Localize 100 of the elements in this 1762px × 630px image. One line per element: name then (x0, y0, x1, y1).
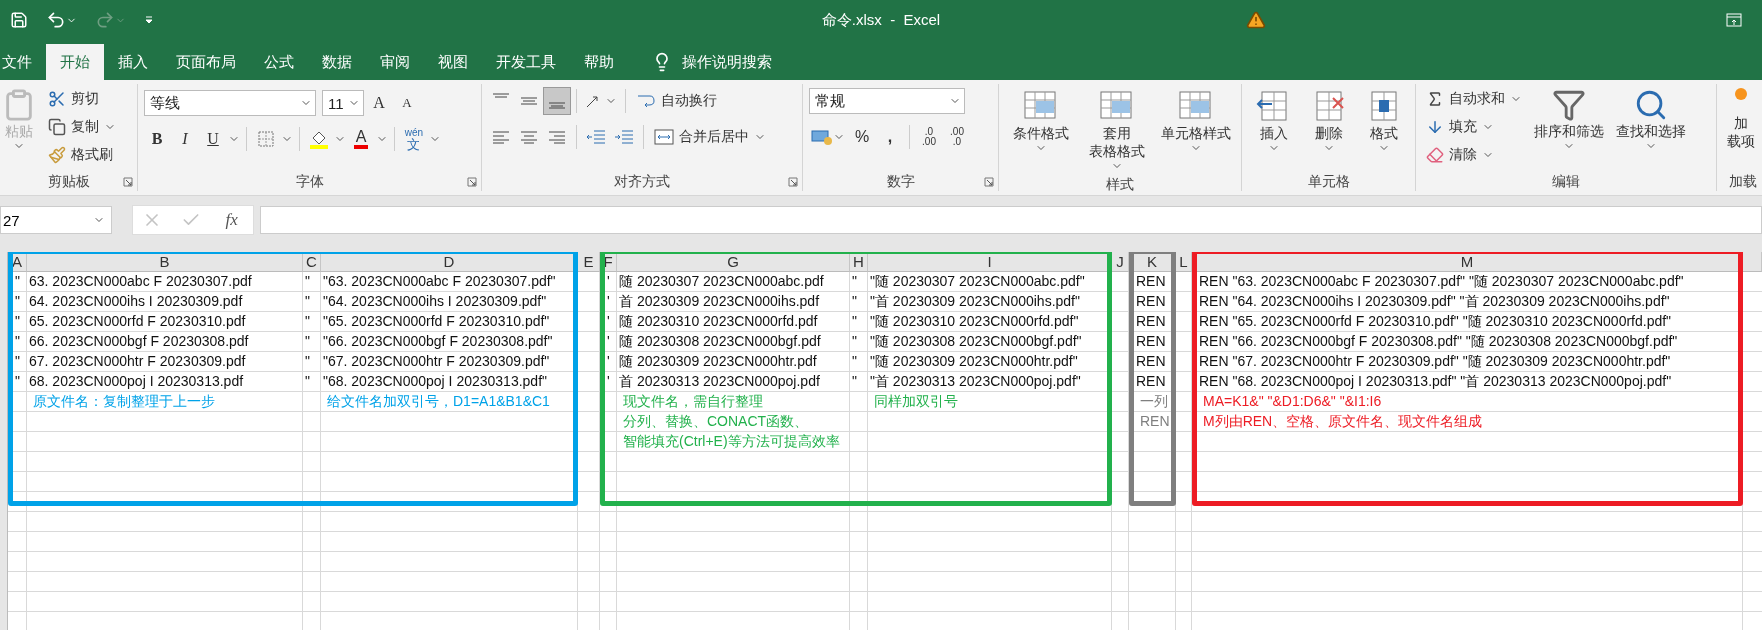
column-header[interactable]: B (27, 252, 303, 272)
find-select-button[interactable]: 查找和选择 (1612, 86, 1690, 154)
table-cell-text: 随 20230309 2023CN000htr.pdf (618, 352, 818, 371)
table-cell-text: "随 20230310 2023CN000rfd.pdf" (869, 312, 1080, 331)
menu-tab[interactable]: 视图 (424, 44, 482, 80)
font-name-field[interactable]: 等线 (144, 90, 316, 116)
group-label: 对齐方式 (613, 172, 671, 191)
increase-font-button[interactable]: A (366, 90, 392, 116)
table-format-button[interactable]: 套用 表格格式 (1081, 86, 1153, 174)
table-cell-text: 随 20230308 2023CN000bgf.pdf (618, 332, 822, 351)
menu-tab[interactable]: 文件 (0, 44, 46, 80)
table-cell-text: " (304, 332, 311, 351)
table-cell-text: " (304, 272, 311, 291)
table-cell-text: REN "68. 2023CN000poj I 20230313.pdf" "首 20230313 2023CN000poj.pdf" (1198, 372, 1673, 391)
align-center-icon (521, 130, 537, 144)
table-cell-text: 首 20230313 2023CN000poj.pdf (618, 372, 821, 391)
comma-button[interactable]: , (877, 124, 903, 150)
decrease-decimal-button[interactable]: .00 .0 (944, 124, 970, 150)
search-icon (1634, 88, 1668, 122)
fill-button[interactable]: 填充 (1422, 114, 1526, 140)
font-color-button[interactable]: A (348, 126, 374, 152)
insert-function-button[interactable]: fx (219, 209, 244, 231)
column-header[interactable]: J (1112, 252, 1129, 272)
table-cell-text: REN (1135, 332, 1167, 351)
table-cell-text: ' (606, 292, 611, 311)
column-header[interactable]: L (1176, 252, 1192, 272)
autosum-button[interactable]: 自动求和 (1422, 86, 1526, 112)
table-cell-text: 随 20230307 2023CN000abc.pdf (618, 272, 825, 291)
dot-icon (1735, 88, 1747, 100)
menu-tab[interactable]: 开始 (46, 44, 104, 80)
group-label: 编辑 (1551, 172, 1581, 191)
merge-center-button[interactable]: 合并后居中 (650, 124, 770, 150)
underline-button[interactable]: U (200, 126, 226, 152)
table-cell-text: " (304, 372, 311, 391)
cut-button[interactable]: 剪切 (44, 86, 120, 112)
menu-tab[interactable]: 插入 (104, 44, 162, 80)
menu-tab[interactable]: 页面布局 (162, 44, 250, 80)
insert-button[interactable]: 插入 (1248, 86, 1299, 156)
wrap-text-button[interactable]: 自动换行 (632, 88, 721, 114)
menu-tab[interactable]: 公式 (250, 44, 308, 80)
group-label: 单元格 (1306, 172, 1351, 191)
menu-tab[interactable]: 数据 (308, 44, 366, 80)
menu-tab[interactable]: 开发工具 (482, 44, 570, 80)
customize-icon (144, 15, 154, 25)
dialog-launcher-icon[interactable] (467, 177, 477, 187)
column-header[interactable]: G (617, 252, 850, 272)
font-size-field[interactable]: 11 (322, 90, 364, 116)
table-cell-text: 65. 2023CN000rfd F 20230310.pdf (28, 312, 247, 331)
bold-button[interactable]: B (144, 126, 170, 152)
column-header[interactable] (1743, 252, 1762, 272)
table-cell-text: " (14, 292, 21, 311)
group-label: 样式 (1105, 175, 1135, 194)
phonetic-button[interactable]: wén 文 (401, 126, 427, 152)
ribbon-display-icon[interactable] (1726, 13, 1742, 27)
align-bottom-button[interactable] (544, 88, 570, 114)
down-arrow-icon (1426, 118, 1444, 136)
table-cell-text: "64. 2023CN000ihs I 20230309.pdf" (322, 292, 548, 311)
align-middle-icon (521, 97, 537, 105)
format-button[interactable]: 格式 (1358, 86, 1409, 156)
table-cell-text: "首 20230313 2023CN000poj.pdf" (869, 372, 1082, 391)
table-cell-text: ' (606, 352, 611, 371)
table-cell-text: REN "67. 2023CN000htr F 20230309.pdf" "随 20230309 2023CN000htr.pdf" (1198, 352, 1672, 371)
clear-button[interactable]: 清除 (1422, 142, 1526, 168)
dialog-launcher-icon[interactable] (123, 177, 133, 187)
table-cell-text: ' (606, 272, 611, 291)
table-cell-text: REN (1135, 372, 1167, 391)
italic-button[interactable]: I (172, 126, 198, 152)
formula-input[interactable] (260, 206, 1762, 234)
dialog-launcher-icon[interactable] (788, 177, 798, 187)
number-format-field[interactable]: 常规 (809, 88, 965, 114)
decrease-font-button[interactable]: A (394, 90, 420, 116)
name-box[interactable]: 27 (0, 206, 112, 234)
table-cell-text: REN "65. 2023CN000rfd F 20230310.pdf" "随 20230310 2023CN000rfd.pdf" (1198, 312, 1673, 331)
table-cell-text: 68. 2023CN000poj I 20230313.pdf (28, 372, 245, 391)
copy-button[interactable]: 复制 (44, 114, 120, 140)
delete-button[interactable]: 删除 (1303, 86, 1354, 156)
dialog-launcher-icon[interactable] (984, 177, 994, 187)
align-top-icon (493, 93, 509, 98)
column-header[interactable]: H (850, 252, 868, 272)
table-cell-text: "67. 2023CN000htr F 20230309.pdf" (322, 352, 551, 371)
conditional-format-button[interactable]: 条件格式 (1005, 86, 1077, 156)
sort-filter-button[interactable]: 排序和筛选 (1530, 86, 1608, 154)
percent-button[interactable]: % (849, 124, 875, 150)
warning-icon[interactable] (1246, 10, 1266, 30)
add-ins-button[interactable]: 加 载项 (1723, 86, 1759, 152)
eraser-icon (1426, 146, 1444, 164)
column-header[interactable]: E (578, 252, 600, 272)
table-cell-text: " (851, 352, 858, 371)
format-painter-button[interactable]: 格式刷 (44, 142, 120, 168)
table-cell-text: " (304, 312, 311, 331)
group-label: 剪贴板 (46, 172, 91, 191)
menu-tab[interactable]: 审阅 (366, 44, 424, 80)
tell-me-search[interactable]: 操作说明搜索 (646, 44, 778, 80)
column-header[interactable]: C (303, 252, 321, 272)
increase-decimal-button[interactable]: .0 .00 (916, 124, 942, 150)
menu-tab[interactable]: 帮助 (570, 44, 628, 80)
cell-styles-button[interactable]: 单元格样式 (1157, 86, 1235, 156)
table-cell-text: REN (1135, 292, 1167, 311)
group-label: 加载 (1728, 172, 1758, 191)
table-cell-text: "随 20230308 2023CN000bgf.pdf" (869, 332, 1083, 351)
